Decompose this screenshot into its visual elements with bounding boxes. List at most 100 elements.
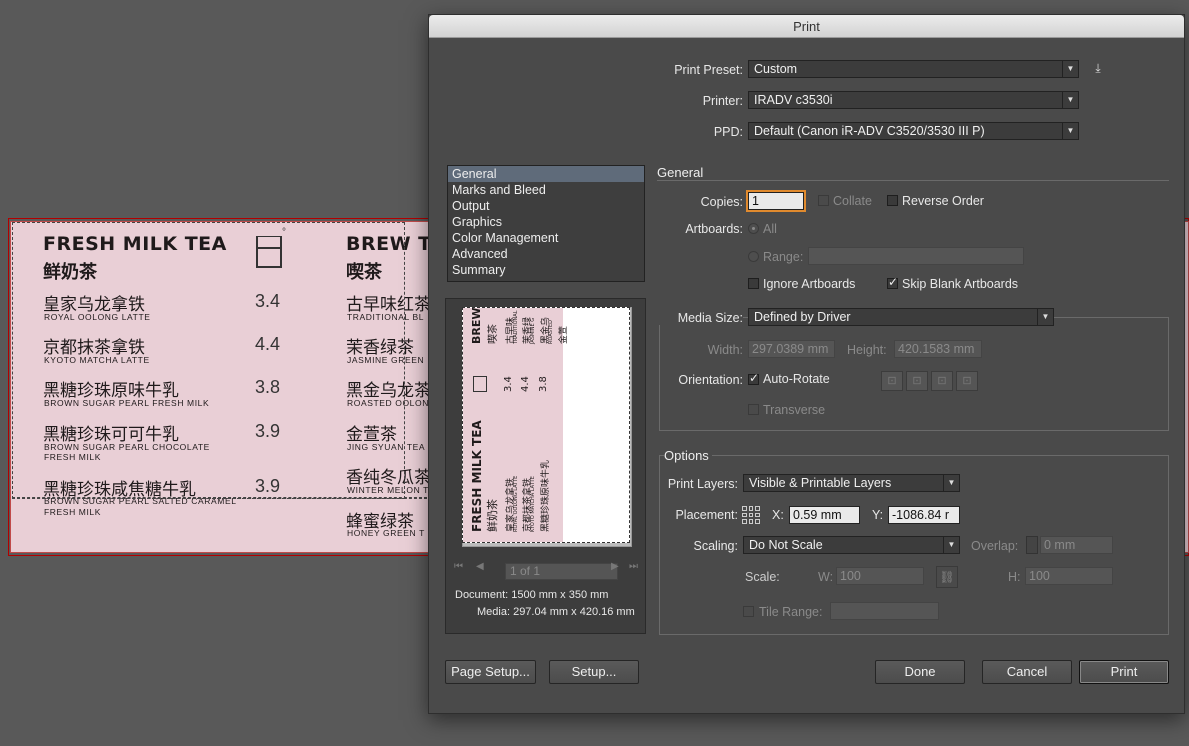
preview-title-cn: 鲜奶茶 (486, 499, 499, 532)
preview-item-en: TRADITIONAL (513, 310, 519, 344)
collate-label: Collate (833, 194, 872, 208)
print-tile-boundary (12, 222, 405, 499)
preview-price: 3.8 (538, 376, 549, 392)
overlap-input[interactable]: 0 mm (1040, 536, 1113, 554)
chevron-down-icon: ▼ (943, 475, 959, 491)
preview-item: 金萱 (559, 325, 569, 344)
artboards-range-radio[interactable] (748, 251, 759, 262)
width-label: Width: (707, 343, 743, 357)
print-layers-label: Print Layers: (667, 477, 738, 491)
chevron-down-icon: ▼ (1062, 123, 1078, 139)
category-item-output[interactable]: Output (448, 198, 644, 214)
category-item-advanced[interactable]: Advanced (448, 246, 644, 262)
width-input[interactable]: 297.0389 mm (748, 340, 835, 358)
chevron-down-icon: ▼ (943, 537, 959, 553)
reverse-order-checkbox[interactable] (887, 195, 898, 206)
category-list: General Marks and Bleed Output Graphics … (447, 165, 645, 282)
auto-rotate-checkbox[interactable] (748, 371, 759, 385)
printer-label: Printer: (702, 94, 743, 108)
page-indicator[interactable]: 1 of 1 (505, 563, 618, 580)
reverse-order-label: Reverse Order (902, 194, 984, 208)
preview-title: FRESH MILK TEA (470, 420, 484, 532)
dialog-title: Print (429, 15, 1184, 38)
last-page-icon[interactable]: ⏭ (629, 561, 638, 572)
artboards-label: Artboards: (685, 222, 743, 236)
link-proportions-icon[interactable]: ⛓ (936, 566, 958, 588)
category-item-color-management[interactable]: Color Management (448, 230, 644, 246)
h-label: H: (1008, 570, 1021, 584)
range-input[interactable] (808, 247, 1024, 265)
preview-paper: FRESH MILK TEA 鲜奶茶 皇家乌龙拿铁 ROYAL OOLONG L… (462, 307, 630, 543)
height-input[interactable]: 420.1583 mm (894, 340, 982, 358)
y-input[interactable]: -1086.84 r (888, 506, 960, 524)
chevron-down-icon: ▼ (1037, 309, 1053, 325)
options-section-title: Options (664, 448, 712, 463)
ignore-artboards-label: Ignore Artboards (763, 277, 856, 291)
category-item-general[interactable]: General (448, 166, 644, 182)
media-size-select[interactable]: Defined by Driver ▼ (748, 308, 1054, 326)
tile-range-input[interactable] (830, 602, 939, 620)
ppd-select[interactable]: Default (Canon iR-ADV C3520/3530 III P) ▼ (748, 122, 1079, 140)
tile-range-label: Tile Range: (759, 605, 823, 619)
orientation-label: Orientation: (678, 373, 743, 387)
page-setup-button[interactable]: Page Setup... (445, 660, 536, 684)
setup-button[interactable]: Setup... (549, 660, 639, 684)
scaling-select[interactable]: Do Not Scale ▼ (743, 536, 960, 554)
collate-checkbox[interactable] (818, 195, 829, 206)
scale-width-input[interactable]: 100 (836, 567, 924, 585)
scale-label: Scale: (745, 570, 780, 584)
height-label: Height: (847, 343, 887, 357)
ignore-artboards-checkbox[interactable] (748, 278, 759, 289)
overlap-label: Overlap: (971, 539, 1019, 553)
print-layers-select[interactable]: Visible & Printable Layers ▼ (743, 474, 960, 492)
chevron-down-icon: ▼ (1062, 61, 1078, 77)
preview-col2-title-cn: 喫茶 (488, 324, 499, 344)
scale-height-input[interactable]: 100 (1025, 567, 1113, 585)
transverse-label: Transverse (763, 403, 826, 417)
tile-range-checkbox[interactable] (743, 606, 754, 617)
general-section-title: General (657, 165, 704, 180)
ppd-label: PPD: (713, 125, 743, 139)
w-label: W: (818, 570, 834, 584)
done-button[interactable]: Done (875, 660, 965, 684)
landscape-icon[interactable]: ⊡ (906, 371, 928, 391)
preview-col2-title: BREW (470, 307, 483, 344)
media-size-label: Media Size: (659, 311, 743, 325)
skip-blank-artboards-label: Skip Blank Artboards (902, 277, 1019, 291)
copies-input[interactable]: 1 (746, 190, 806, 212)
x-label: X: (772, 508, 784, 522)
skip-blank-artboards-checkbox[interactable] (887, 275, 898, 289)
print-dialog: Print Print Preset: Custom ▼ ⤓ Printer: I… (428, 14, 1185, 714)
category-item-summary[interactable]: Summary (448, 262, 644, 278)
preview-price: 4.4 (520, 376, 531, 392)
flipped-portrait-icon[interactable]: ⊡ (931, 371, 953, 391)
first-page-icon[interactable]: ⏮ (454, 561, 463, 572)
category-item-marks-and-bleed[interactable]: Marks and Bleed (448, 182, 644, 198)
save-preset-icon[interactable]: ⤓ (1090, 61, 1106, 77)
print-preview-panel: FRESH MILK TEA 鲜奶茶 皇家乌龙拿铁 ROYAL OOLONG L… (445, 298, 646, 634)
printer-select[interactable]: IRADV c3530i ▼ (748, 91, 1079, 109)
preview-cup-icon (473, 376, 487, 392)
menu-item-name-en: HONEY GREEN T (347, 528, 425, 538)
preview-item-en: JASMINE G (530, 317, 536, 344)
overlap-stepper[interactable] (1026, 536, 1038, 554)
portrait-icon[interactable]: ⊡ (881, 371, 903, 391)
artboards-all-label: All (763, 222, 777, 236)
menu-item-name-en-line2: FRESH MILK (44, 507, 102, 517)
artboards-all-radio[interactable] (748, 223, 759, 234)
print-preset-select[interactable]: Custom ▼ (748, 60, 1079, 78)
transverse-checkbox[interactable] (748, 404, 759, 415)
category-item-graphics[interactable]: Graphics (448, 214, 644, 230)
print-button[interactable]: Print (1079, 660, 1169, 684)
preview-price: 3.4 (503, 376, 514, 392)
document-size-info: Document: 1500 mm x 350 mm (455, 589, 609, 601)
prev-page-icon[interactable]: ◀ (476, 561, 484, 572)
x-input[interactable]: 0.59 mm (789, 506, 860, 524)
next-page-icon[interactable]: ▶ (611, 561, 619, 572)
media-size-info: Media: 297.04 mm x 420.16 mm (477, 606, 635, 618)
placement-grid-icon[interactable] (741, 505, 761, 525)
flipped-landscape-icon[interactable]: ⊡ (956, 371, 978, 391)
y-label: Y: (872, 508, 884, 522)
preview-item-en: ROASTED (548, 320, 554, 344)
cancel-button[interactable]: Cancel (982, 660, 1072, 684)
